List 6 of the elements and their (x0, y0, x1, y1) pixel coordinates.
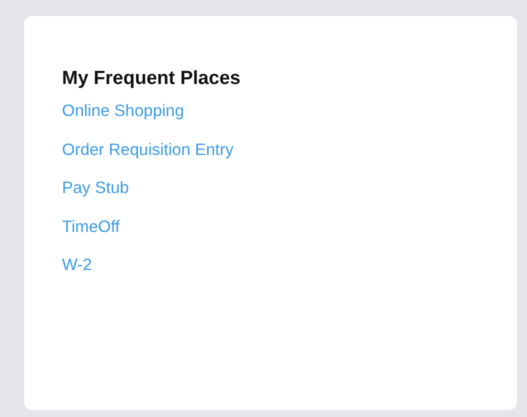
section-title: My Frequent Places (62, 68, 240, 90)
place-link[interactable]: Order Requisition Entry (62, 138, 234, 160)
place-link[interactable]: Online Shopping (62, 100, 184, 122)
place-link[interactable]: Pay Stub (62, 177, 129, 199)
place-link[interactable]: TimeOff (62, 216, 120, 238)
place-link[interactable]: W-2 (62, 254, 92, 276)
